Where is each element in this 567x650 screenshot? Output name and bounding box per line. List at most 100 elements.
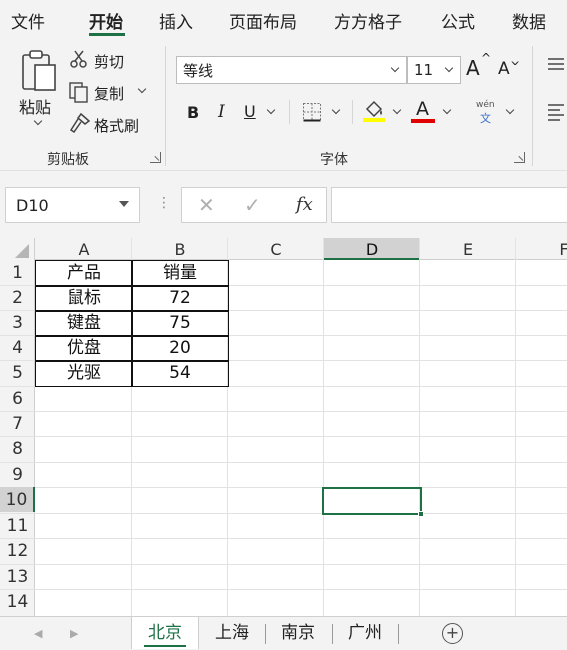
copy-dropdown-icon[interactable] (137, 84, 147, 94)
borders-dropdown-icon[interactable] (331, 105, 341, 115)
italic-button[interactable]: I (218, 102, 225, 122)
column-header-d[interactable]: D (324, 238, 420, 260)
select-all-icon[interactable] (15, 244, 29, 258)
active-tab-indicator (89, 33, 125, 36)
name-box-value: D10 (16, 196, 49, 215)
grow-font-button[interactable]: A (466, 56, 480, 80)
font-color-letter: A (416, 98, 429, 120)
row-header-8[interactable]: 8 (0, 436, 35, 461)
gridline (0, 513, 567, 514)
tab-insert[interactable]: 插入 (159, 8, 193, 33)
font-group-label: 字体 (320, 152, 348, 168)
row-header-3[interactable]: 3 (0, 310, 35, 335)
tab-page-layout[interactable]: 页面布局 (229, 8, 297, 33)
table-border (35, 310, 229, 312)
drag-handle-icon[interactable]: ⋮ (157, 195, 171, 211)
font-launcher-icon[interactable] (514, 152, 525, 163)
chevron-down-icon[interactable] (119, 201, 129, 207)
fill-color-dropdown-icon[interactable] (392, 105, 402, 115)
font-size-combo[interactable]: 11 (407, 56, 461, 84)
fill-color-icon[interactable] (361, 98, 387, 124)
borders-icon[interactable] (301, 101, 323, 123)
format-painter-icon (68, 112, 92, 134)
align-left-icon[interactable] (546, 102, 566, 122)
row-header-4[interactable]: 4 (0, 335, 35, 360)
add-sheet-icon[interactable]: + (442, 623, 463, 644)
divider (289, 100, 290, 124)
row-header-6[interactable]: 6 (0, 386, 35, 411)
font-color-swatch (411, 119, 435, 123)
row-header-2[interactable]: 2 (0, 285, 35, 310)
phonetic-bottom: 文 (480, 112, 491, 125)
column-header-a[interactable]: A (36, 238, 132, 260)
tab-formulas[interactable]: 公式 (441, 8, 475, 33)
active-cell-d10[interactable] (322, 487, 424, 517)
name-box[interactable]: D10 (5, 187, 140, 223)
gridline (0, 538, 567, 539)
chevron-down-icon[interactable] (444, 63, 454, 73)
caret-down-icon: ^ (510, 53, 521, 67)
sheet-divider (398, 624, 399, 644)
paste-button[interactable]: 粘贴 (19, 94, 51, 118)
sheet-tab-beijing[interactable]: 北京 (131, 617, 199, 649)
align-top-icon[interactable] (546, 56, 566, 72)
next-sheet-icon[interactable]: ▶ (70, 627, 78, 640)
font-name-combo[interactable]: 等线 (176, 56, 407, 84)
gridline (0, 589, 567, 590)
chevron-down-icon[interactable] (390, 63, 400, 73)
column-header-b[interactable]: B (132, 238, 228, 260)
sheet-tab-nanjing[interactable]: 南京 (268, 617, 328, 649)
enter-icon[interactable]: ✓ (244, 193, 261, 217)
sheet-tab-guangzhou[interactable]: 广州 (335, 617, 395, 649)
row-header-14[interactable]: 14 (0, 589, 35, 614)
format-painter-button[interactable]: 格式刷 (94, 115, 139, 136)
table-border (35, 360, 229, 362)
row-header-1[interactable]: 1 (0, 260, 35, 285)
bold-button[interactable]: B (187, 103, 199, 122)
fill-handle[interactable] (418, 511, 424, 517)
formula-buttons: ✕ ✓ fx (181, 187, 327, 223)
column-header-e[interactable]: E (420, 238, 516, 260)
row-header-11[interactable]: 11 (0, 513, 35, 538)
row-header-9[interactable]: 9 (0, 462, 35, 487)
tab-file[interactable]: 文件 (11, 8, 45, 33)
font-name-value: 等线 (183, 61, 214, 80)
paste-dropdown-icon[interactable] (33, 116, 43, 126)
column-header-c[interactable]: C (228, 238, 324, 260)
worksheet-grid[interactable]: A B C D E F 1 2 3 4 5 6 7 8 9 10 11 12 1… (0, 238, 567, 616)
tab-data[interactable]: 数据 (512, 8, 546, 33)
row-header-5[interactable]: 5 (0, 360, 35, 385)
gridline (0, 436, 567, 437)
group-divider (165, 46, 166, 166)
row-header-12[interactable]: 12 (0, 538, 35, 563)
tab-home[interactable]: 开始 (89, 8, 123, 33)
formula-bar: D10 ⋮ ✕ ✓ fx (0, 171, 567, 238)
insert-function-icon[interactable]: fx (296, 194, 313, 215)
prev-sheet-icon[interactable]: ◀ (34, 627, 42, 640)
group-divider (532, 46, 533, 166)
copy-button[interactable]: 复制 (94, 83, 124, 104)
sheet-tab-shanghai[interactable]: 上海 (202, 617, 262, 649)
font-color-dropdown-icon[interactable] (442, 105, 452, 115)
cut-button[interactable]: 剪切 (94, 51, 124, 72)
formula-input[interactable] (331, 187, 567, 223)
gridline (0, 487, 567, 488)
row-header-13[interactable]: 13 (0, 564, 35, 589)
tab-ffcell[interactable]: 方方格子 (334, 8, 402, 33)
ribbon: 粘贴 剪切 复制 格式刷 剪贴板 等线 11 A ^ A ^ B I U A w… (0, 38, 567, 171)
underline-button[interactable]: U (244, 102, 256, 121)
row-header-7[interactable]: 7 (0, 411, 35, 436)
row-header-10[interactable]: 10 (0, 487, 35, 512)
phonetic-dropdown-icon[interactable] (505, 105, 515, 115)
clipboard-group-label: 剪贴板 (47, 152, 89, 168)
column-header-f[interactable]: F (516, 238, 567, 260)
clipboard-launcher-icon[interactable] (150, 152, 161, 163)
underline-dropdown-icon[interactable] (266, 105, 276, 115)
cancel-icon[interactable]: ✕ (198, 193, 215, 217)
paste-icon[interactable] (20, 48, 60, 94)
shrink-font-button[interactable]: A (498, 59, 510, 79)
divider (352, 100, 353, 124)
gridline (0, 462, 567, 463)
phonetic-top: wén (476, 100, 495, 110)
gridline (419, 238, 420, 616)
